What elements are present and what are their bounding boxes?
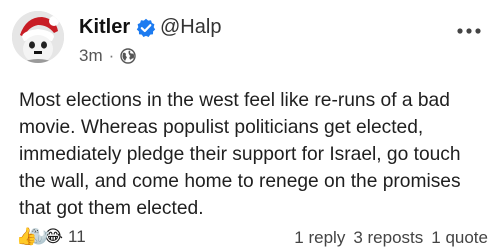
reaction-count: 11	[68, 227, 86, 246]
separator-dot: ·	[108, 46, 115, 65]
post-card: Kitler @Halp 3m · Most elections in the …	[0, 0, 500, 247]
verified-badge-icon	[136, 18, 156, 37]
author-handle[interactable]: @Halp	[160, 15, 221, 39]
globe-icon	[120, 48, 136, 64]
author-avatar[interactable]	[12, 11, 64, 63]
reaction-icons: 👍 🦭 😂	[16, 226, 64, 248]
avatar-image	[12, 11, 64, 63]
thumbs-up-icon: 👍	[16, 227, 38, 246]
reactions-summary[interactable]: 👍 🦭 😂 11	[16, 226, 86, 248]
author-name[interactable]: Kitler	[79, 15, 130, 39]
post-meta: 3m ·	[79, 45, 136, 67]
replies-count[interactable]: 1 reply	[294, 228, 345, 248]
reposts-count[interactable]: 3 reposts	[353, 228, 423, 248]
post-stats: 1 reply 3 reposts 1 quote	[294, 228, 488, 248]
more-options-icon[interactable]	[456, 26, 482, 36]
quotes-count[interactable]: 1 quote	[431, 228, 488, 248]
post-body: Most elections in the west feel like re-…	[19, 90, 461, 219]
post-time: 3m	[79, 46, 103, 65]
